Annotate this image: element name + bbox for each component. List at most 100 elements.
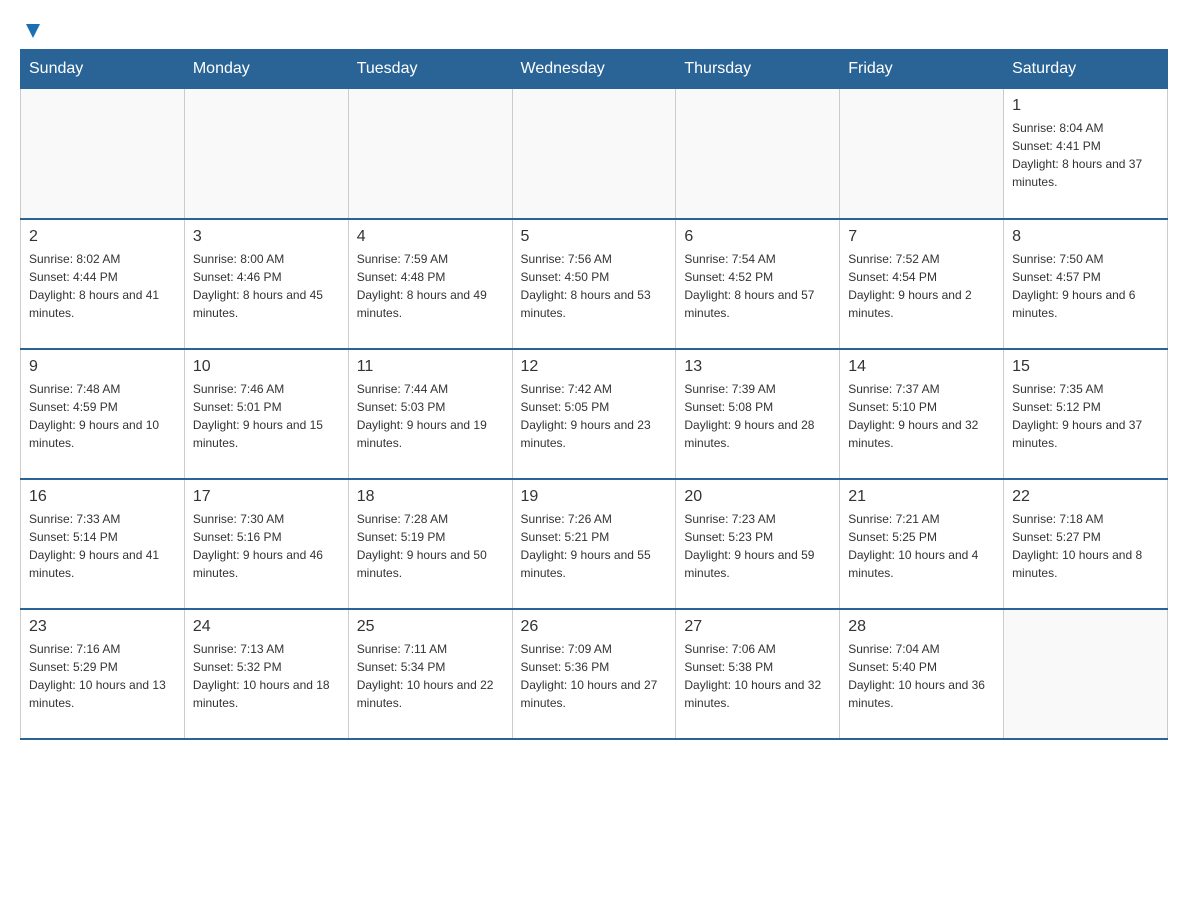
day-number: 18 bbox=[357, 488, 504, 506]
day-info: Sunrise: 7:46 AMSunset: 5:01 PMDaylight:… bbox=[193, 380, 340, 452]
day-info: Sunrise: 7:26 AMSunset: 5:21 PMDaylight:… bbox=[521, 510, 668, 582]
calendar-cell bbox=[21, 89, 185, 219]
day-number: 16 bbox=[29, 488, 176, 506]
calendar-cell: 12 Sunrise: 7:42 AMSunset: 5:05 PMDayligh… bbox=[512, 349, 676, 479]
calendar-week-row: 23Sunrise: 7:16 AMSunset: 5:29 PMDayligh… bbox=[21, 609, 1168, 739]
calendar-cell: 5 Sunrise: 7:56 AMSunset: 4:50 PMDaylight… bbox=[512, 219, 676, 349]
day-info: Sunrise: 7:35 AMSunset: 5:12 PMDaylight:… bbox=[1012, 380, 1159, 452]
calendar-cell: 18 Sunrise: 7:28 AMSunset: 5:19 PMDayligh… bbox=[348, 479, 512, 609]
weekday-header-sunday: Sunday bbox=[21, 50, 185, 89]
day-info: Sunrise: 7:54 AMSunset: 4:52 PMDaylight:… bbox=[684, 250, 831, 322]
day-info: Sunrise: 7:52 AMSunset: 4:54 PMDaylight:… bbox=[848, 250, 995, 322]
calendar-week-row: 1Sunrise: 8:04 AMSunset: 4:41 PMDaylight… bbox=[21, 89, 1168, 219]
day-number: 17 bbox=[193, 488, 340, 506]
calendar-cell bbox=[348, 89, 512, 219]
weekday-header-row: SundayMondayTuesdayWednesdayThursdayFrid… bbox=[21, 50, 1168, 89]
day-number: 5 bbox=[521, 228, 668, 246]
day-number: 14 bbox=[848, 358, 995, 376]
calendar-cell bbox=[840, 89, 1004, 219]
day-number: 9 bbox=[29, 358, 176, 376]
day-number: 27 bbox=[684, 618, 831, 636]
calendar-cell: 25 Sunrise: 7:11 AMSunset: 5:34 PMDayligh… bbox=[348, 609, 512, 739]
day-number: 7 bbox=[848, 228, 995, 246]
calendar-cell: 6 Sunrise: 7:54 AMSunset: 4:52 PMDaylight… bbox=[676, 219, 840, 349]
day-number: 3 bbox=[193, 228, 340, 246]
day-info: Sunrise: 7:11 AMSunset: 5:34 PMDaylight:… bbox=[357, 640, 504, 712]
calendar-cell bbox=[676, 89, 840, 219]
calendar-cell bbox=[512, 89, 676, 219]
day-number: 12 bbox=[521, 358, 668, 376]
weekday-header-tuesday: Tuesday bbox=[348, 50, 512, 89]
calendar-cell: 2 Sunrise: 8:02 AMSunset: 4:44 PMDaylight… bbox=[21, 219, 185, 349]
calendar-cell: 23Sunrise: 7:16 AMSunset: 5:29 PMDayligh… bbox=[21, 609, 185, 739]
day-info: Sunrise: 7:48 AMSunset: 4:59 PMDaylight:… bbox=[29, 380, 176, 452]
day-number: 2 bbox=[29, 228, 176, 246]
weekday-header-friday: Friday bbox=[840, 50, 1004, 89]
calendar-cell: 13 Sunrise: 7:39 AMSunset: 5:08 PMDayligh… bbox=[676, 349, 840, 479]
day-info: Sunrise: 7:42 AMSunset: 5:05 PMDaylight:… bbox=[521, 380, 668, 452]
day-number: 22 bbox=[1012, 488, 1159, 506]
calendar-cell: 9 Sunrise: 7:48 AMSunset: 4:59 PMDaylight… bbox=[21, 349, 185, 479]
day-info: Sunrise: 7:16 AMSunset: 5:29 PMDaylight:… bbox=[29, 640, 176, 712]
weekday-header-thursday: Thursday bbox=[676, 50, 840, 89]
calendar-cell: 22 Sunrise: 7:18 AMSunset: 5:27 PMDayligh… bbox=[1004, 479, 1168, 609]
day-number: 25 bbox=[357, 618, 504, 636]
day-info: Sunrise: 8:00 AMSunset: 4:46 PMDaylight:… bbox=[193, 250, 340, 322]
day-info: Sunrise: 7:44 AMSunset: 5:03 PMDaylight:… bbox=[357, 380, 504, 452]
calendar-cell bbox=[184, 89, 348, 219]
day-number: 10 bbox=[193, 358, 340, 376]
day-info: Sunrise: 7:28 AMSunset: 5:19 PMDaylight:… bbox=[357, 510, 504, 582]
calendar-cell: 3 Sunrise: 8:00 AMSunset: 4:46 PMDaylight… bbox=[184, 219, 348, 349]
calendar-cell: 19 Sunrise: 7:26 AMSunset: 5:21 PMDayligh… bbox=[512, 479, 676, 609]
day-info: Sunrise: 7:23 AMSunset: 5:23 PMDaylight:… bbox=[684, 510, 831, 582]
logo-arrow-icon bbox=[22, 20, 44, 47]
day-number: 6 bbox=[684, 228, 831, 246]
day-number: 19 bbox=[521, 488, 668, 506]
day-info: Sunrise: 7:50 AMSunset: 4:57 PMDaylight:… bbox=[1012, 250, 1159, 322]
calendar-cell: 17 Sunrise: 7:30 AMSunset: 5:16 PMDayligh… bbox=[184, 479, 348, 609]
calendar-cell: 14 Sunrise: 7:37 AMSunset: 5:10 PMDayligh… bbox=[840, 349, 1004, 479]
calendar-cell: 24 Sunrise: 7:13 AMSunset: 5:32 PMDayligh… bbox=[184, 609, 348, 739]
day-info: Sunrise: 7:04 AMSunset: 5:40 PMDaylight:… bbox=[848, 640, 995, 712]
day-info: Sunrise: 7:13 AMSunset: 5:32 PMDaylight:… bbox=[193, 640, 340, 712]
day-info: Sunrise: 8:04 AMSunset: 4:41 PMDaylight:… bbox=[1012, 119, 1159, 191]
day-info: Sunrise: 7:59 AMSunset: 4:48 PMDaylight:… bbox=[357, 250, 504, 322]
calendar-cell: 26 Sunrise: 7:09 AMSunset: 5:36 PMDayligh… bbox=[512, 609, 676, 739]
logo bbox=[20, 20, 44, 39]
calendar-table: SundayMondayTuesdayWednesdayThursdayFrid… bbox=[20, 49, 1168, 740]
calendar-cell bbox=[1004, 609, 1168, 739]
calendar-cell: 8Sunrise: 7:50 AMSunset: 4:57 PMDaylight… bbox=[1004, 219, 1168, 349]
calendar-week-row: 2 Sunrise: 8:02 AMSunset: 4:44 PMDaylight… bbox=[21, 219, 1168, 349]
day-info: Sunrise: 8:02 AMSunset: 4:44 PMDaylight:… bbox=[29, 250, 176, 322]
weekday-header-saturday: Saturday bbox=[1004, 50, 1168, 89]
calendar-week-row: 16 Sunrise: 7:33 AMSunset: 5:14 PMDayligh… bbox=[21, 479, 1168, 609]
day-number: 4 bbox=[357, 228, 504, 246]
day-number: 11 bbox=[357, 358, 504, 376]
day-number: 13 bbox=[684, 358, 831, 376]
day-info: Sunrise: 7:39 AMSunset: 5:08 PMDaylight:… bbox=[684, 380, 831, 452]
day-number: 21 bbox=[848, 488, 995, 506]
calendar-cell: 20 Sunrise: 7:23 AMSunset: 5:23 PMDayligh… bbox=[676, 479, 840, 609]
day-number: 28 bbox=[848, 618, 995, 636]
weekday-header-wednesday: Wednesday bbox=[512, 50, 676, 89]
day-info: Sunrise: 7:30 AMSunset: 5:16 PMDaylight:… bbox=[193, 510, 340, 582]
day-info: Sunrise: 7:33 AMSunset: 5:14 PMDaylight:… bbox=[29, 510, 176, 582]
day-info: Sunrise: 7:37 AMSunset: 5:10 PMDaylight:… bbox=[848, 380, 995, 452]
day-info: Sunrise: 7:56 AMSunset: 4:50 PMDaylight:… bbox=[521, 250, 668, 322]
calendar-cell: 4 Sunrise: 7:59 AMSunset: 4:48 PMDaylight… bbox=[348, 219, 512, 349]
day-number: 20 bbox=[684, 488, 831, 506]
weekday-header-monday: Monday bbox=[184, 50, 348, 89]
day-info: Sunrise: 7:18 AMSunset: 5:27 PMDaylight:… bbox=[1012, 510, 1159, 582]
day-info: Sunrise: 7:21 AMSunset: 5:25 PMDaylight:… bbox=[848, 510, 995, 582]
day-number: 24 bbox=[193, 618, 340, 636]
calendar-cell: 7 Sunrise: 7:52 AMSunset: 4:54 PMDaylight… bbox=[840, 219, 1004, 349]
calendar-cell: 1Sunrise: 8:04 AMSunset: 4:41 PMDaylight… bbox=[1004, 89, 1168, 219]
calendar-cell: 21 Sunrise: 7:21 AMSunset: 5:25 PMDayligh… bbox=[840, 479, 1004, 609]
day-info: Sunrise: 7:09 AMSunset: 5:36 PMDaylight:… bbox=[521, 640, 668, 712]
calendar-cell: 11 Sunrise: 7:44 AMSunset: 5:03 PMDayligh… bbox=[348, 349, 512, 479]
calendar-cell: 16 Sunrise: 7:33 AMSunset: 5:14 PMDayligh… bbox=[21, 479, 185, 609]
day-number: 15 bbox=[1012, 358, 1159, 376]
calendar-cell: 10 Sunrise: 7:46 AMSunset: 5:01 PMDayligh… bbox=[184, 349, 348, 479]
calendar-week-row: 9 Sunrise: 7:48 AMSunset: 4:59 PMDaylight… bbox=[21, 349, 1168, 479]
day-number: 26 bbox=[521, 618, 668, 636]
